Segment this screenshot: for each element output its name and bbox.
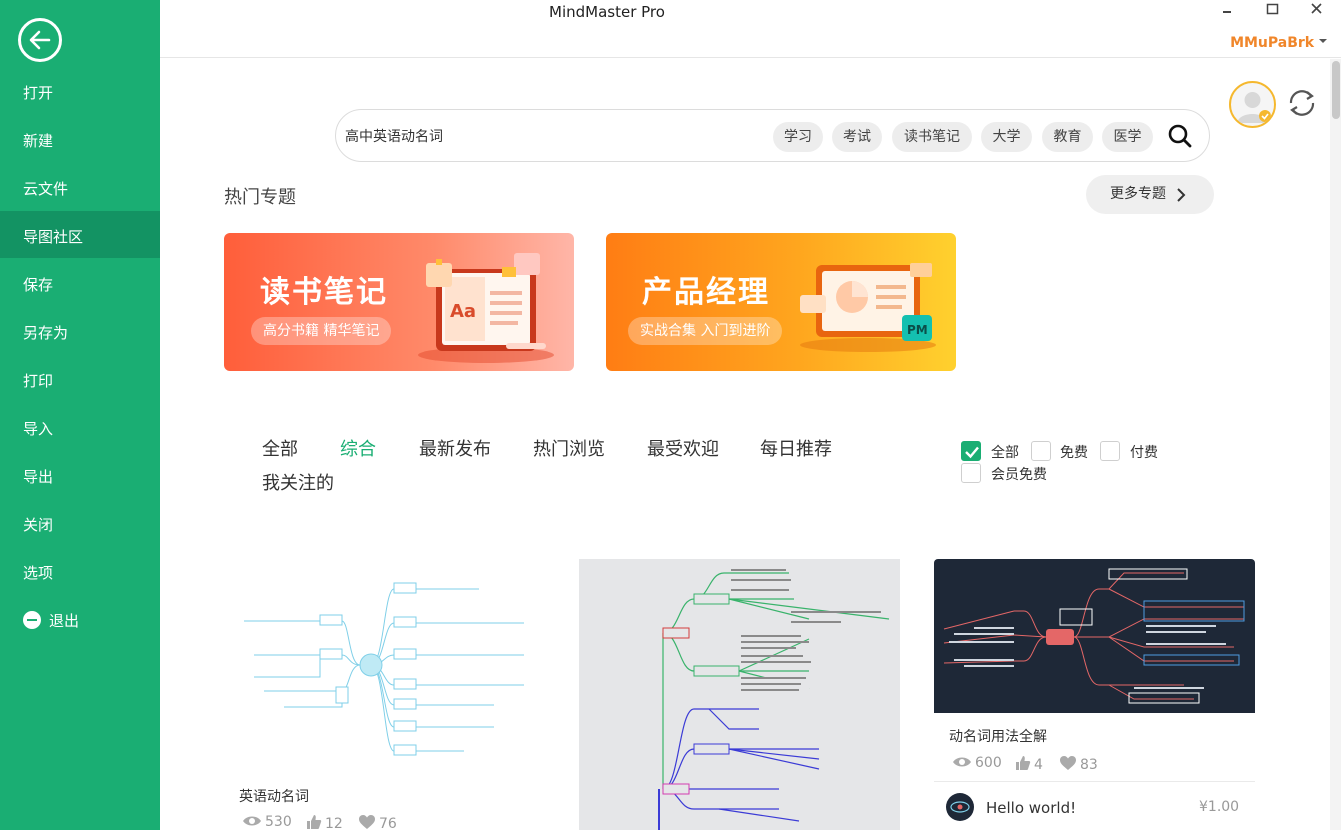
- mindmap-card[interactable]: 动名词用法全解 600 4 83 Hello world! ¥1.00: [934, 559, 1255, 830]
- sidebar-item-save[interactable]: 保存: [0, 262, 160, 308]
- caret-down-icon: [1319, 39, 1327, 43]
- like-count: 4: [1015, 755, 1043, 773]
- banner-title: 读书笔记: [260, 275, 388, 310]
- banner-title: 产品经理: [642, 275, 770, 310]
- close-button[interactable]: [1305, 0, 1329, 22]
- chevron-right-icon: [1177, 188, 1186, 202]
- sidebar-item-open[interactable]: 打开: [0, 70, 160, 116]
- banner-reading-notes[interactable]: 读书笔记 高分书籍 精华笔记 Aa: [224, 233, 574, 371]
- card-title: 英语动名词: [239, 789, 309, 805]
- card-price: ¥1.00: [1199, 799, 1240, 815]
- hot-topics-title: 热门专题: [224, 187, 296, 208]
- favorite-count: 76: [358, 814, 397, 830]
- sidebar-item-close[interactable]: 关闭: [0, 502, 160, 548]
- sidebar: 打开 新建 云文件 导图社区 保存 另存为 打印 导入 导出 关闭 选项 退出: [0, 0, 160, 830]
- filter-all-label: 全部: [991, 445, 1019, 461]
- tag-reading-notes[interactable]: 读书笔记: [892, 122, 972, 152]
- user-avatar[interactable]: [1229, 81, 1276, 128]
- tab-following[interactable]: 我关注的: [262, 469, 334, 495]
- filter-free-checkbox[interactable]: [1031, 441, 1051, 461]
- maximize-icon: [1266, 3, 1279, 15]
- author-avatar[interactable]: [946, 793, 974, 821]
- sidebar-item-community[interactable]: 导图社区: [0, 211, 160, 258]
- user-avatar-icon: [1237, 92, 1271, 123]
- thumbs-up-icon: [1016, 756, 1031, 770]
- tab-daily-picks[interactable]: 每日推荐: [760, 435, 832, 461]
- card-thumbnail: [579, 559, 900, 830]
- tab-most-liked[interactable]: 最受欢迎: [647, 435, 719, 461]
- card-divider: [934, 781, 1255, 782]
- card-title: 动名词用法全解: [949, 729, 1047, 745]
- svg-text:Aa: Aa: [450, 301, 476, 322]
- filter-paid-checkbox[interactable]: [1100, 441, 1120, 461]
- card-thumbnail: [934, 559, 1255, 713]
- favorite-count: 83: [1059, 755, 1098, 773]
- search-bar: 学习 考试 读书笔记 大学 教育 医学: [335, 109, 1210, 162]
- search-icon[interactable]: [1167, 123, 1193, 149]
- view-count: 530: [242, 814, 292, 830]
- sidebar-item-print[interactable]: 打印: [0, 358, 160, 404]
- book-illustration-icon: Aa: [418, 253, 554, 363]
- filter-free-label: 免费: [1060, 445, 1088, 461]
- search-input[interactable]: [345, 124, 765, 148]
- minimize-icon: [1223, 11, 1231, 13]
- author-name[interactable]: Hello world!: [986, 799, 1076, 817]
- sidebar-item-export[interactable]: 导出: [0, 454, 160, 500]
- filter-all-checkbox[interactable]: [961, 441, 981, 461]
- mindmap-card[interactable]: [579, 559, 900, 830]
- filter-paid-label: 付费: [1130, 445, 1158, 461]
- sync-icon[interactable]: [1285, 86, 1319, 120]
- tab-all[interactable]: 全部: [262, 435, 298, 461]
- check-icon: [965, 446, 979, 459]
- tag-exam[interactable]: 考试: [832, 122, 882, 152]
- tag-study[interactable]: 学习: [773, 122, 823, 152]
- heart-icon: [359, 815, 375, 829]
- sidebar-item-new[interactable]: 新建: [0, 118, 160, 164]
- tab-popular-views[interactable]: 热门浏览: [533, 435, 605, 461]
- tab-comprehensive[interactable]: 综合: [340, 435, 376, 461]
- tag-university[interactable]: 大学: [981, 122, 1032, 152]
- banner-subtitle: 高分书籍 精华笔记: [251, 317, 392, 345]
- heart-icon: [1060, 756, 1076, 770]
- more-topics-button[interactable]: 更多专题: [1086, 175, 1214, 214]
- laptop-illustration-icon: PM: [800, 263, 936, 352]
- exit-icon: [23, 611, 41, 629]
- mindmap-card[interactable]: 英语动名词 530 12 76: [224, 559, 545, 830]
- arrow-left-icon: [29, 30, 51, 50]
- vertical-scrollbar[interactable]: [1330, 59, 1341, 830]
- sidebar-item-import[interactable]: 导入: [0, 406, 160, 452]
- maximize-button[interactable]: [1261, 0, 1285, 22]
- mindmap-preview-icon: [244, 582, 524, 756]
- scrollbar-thumb[interactable]: [1332, 61, 1340, 119]
- tag-education[interactable]: 教育: [1042, 122, 1093, 152]
- mindmap-preview-icon: [658, 569, 890, 830]
- sidebar-item-options[interactable]: 选项: [0, 550, 160, 596]
- svg-text:PM: PM: [907, 323, 928, 337]
- sidebar-item-save-as[interactable]: 另存为: [0, 310, 160, 356]
- eye-icon: [243, 816, 261, 826]
- back-button[interactable]: [18, 18, 62, 62]
- close-icon: [1311, 3, 1322, 14]
- mindmap-preview-icon: [943, 568, 1245, 704]
- view-count: 600: [952, 755, 1002, 771]
- thumbs-up-icon: [307, 815, 322, 829]
- sidebar-item-cloud-files[interactable]: 云文件: [0, 166, 160, 212]
- banner-subtitle: 实战合集 入门到进阶: [628, 317, 783, 345]
- sidebar-item-exit[interactable]: 退出: [0, 598, 160, 644]
- app-title: MindMaster Pro: [549, 3, 665, 21]
- user-menu[interactable]: MMuPaBrk: [1230, 35, 1327, 51]
- eye-icon: [953, 757, 971, 767]
- title-bar: MindMaster Pro MMuPaBrk: [160, 0, 1341, 58]
- tab-latest[interactable]: 最新发布: [419, 435, 491, 461]
- minimize-button[interactable]: [1216, 0, 1240, 22]
- like-count: 12: [306, 814, 343, 830]
- card-thumbnail: [224, 559, 545, 774]
- filter-member-free-checkbox[interactable]: [961, 463, 981, 483]
- filter-member-free-label: 会员免费: [991, 467, 1047, 483]
- tag-medicine[interactable]: 医学: [1102, 122, 1153, 152]
- banner-product-manager[interactable]: 产品经理 实战合集 入门到进阶 PM: [606, 233, 956, 371]
- author-avatar-icon: [950, 801, 970, 813]
